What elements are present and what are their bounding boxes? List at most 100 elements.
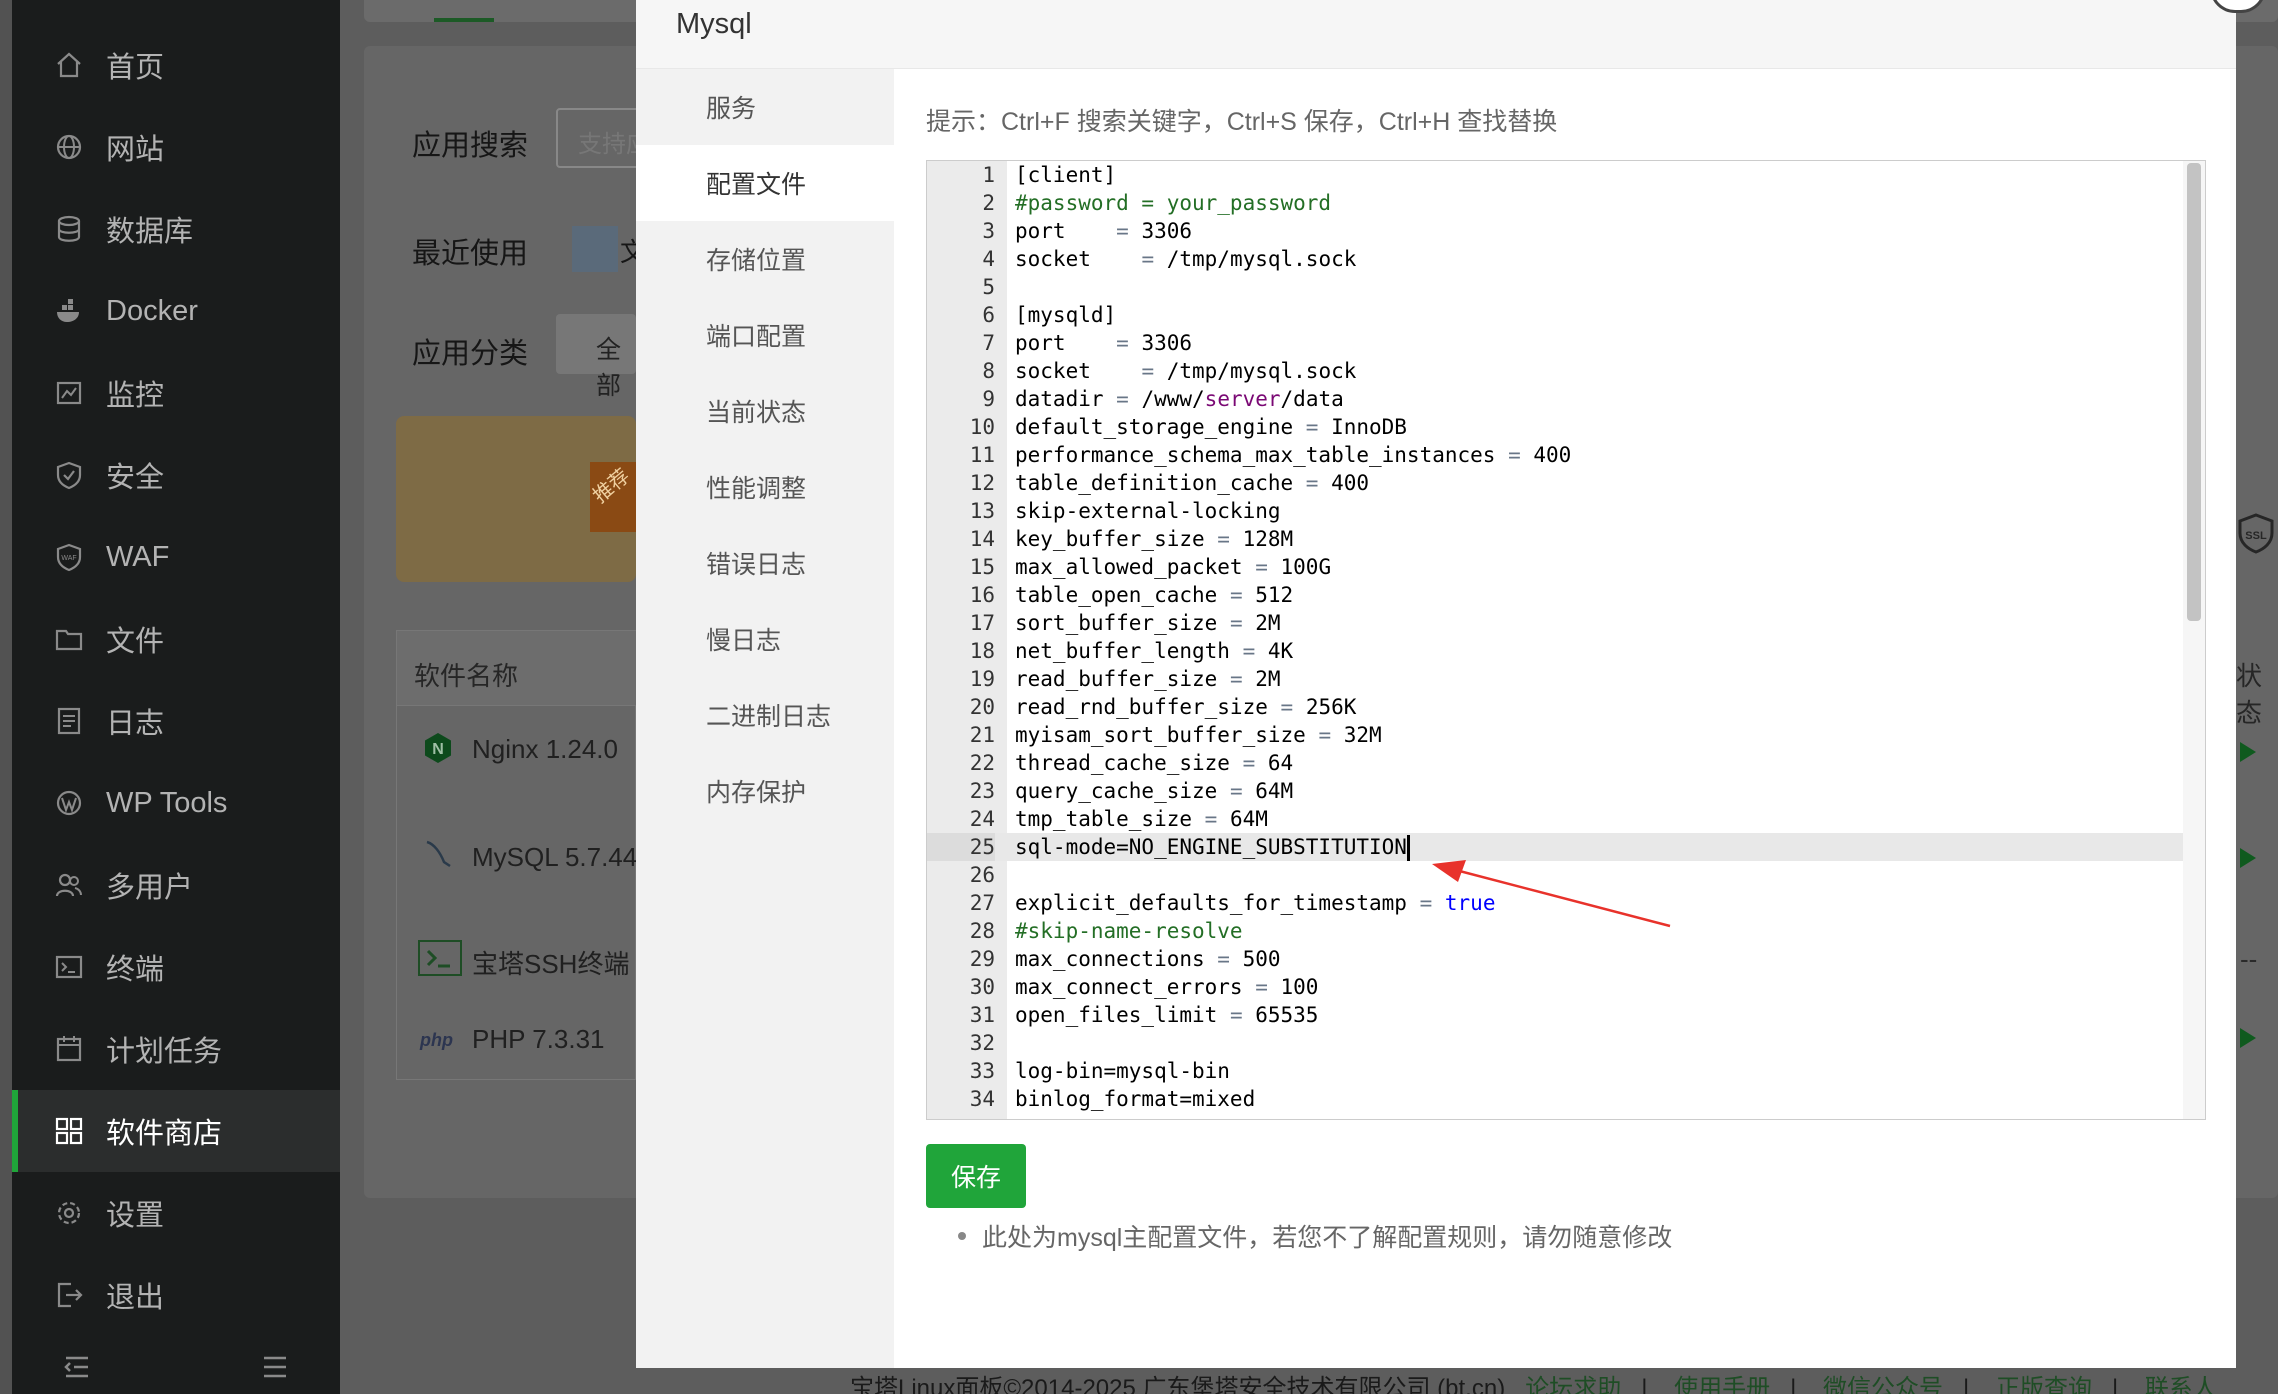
code-line[interactable]: 10 default_storage_engine = InnoDB — [927, 413, 2183, 441]
code-line[interactable]: 8 socket = /tmp/mysql.sock — [927, 357, 2183, 385]
code-line[interactable]: 26 — [927, 861, 2183, 889]
sidebar-item-0[interactable]: 首页 — [12, 24, 340, 106]
code-line[interactable]: 31 open_files_limit = 65535 — [927, 1001, 2183, 1029]
code-line[interactable]: 1 [client] — [927, 161, 2183, 189]
sidebar-item-9[interactable]: WP Tools — [12, 762, 340, 844]
code-line[interactable]: 15 max_allowed_packet = 100G — [927, 553, 2183, 581]
table-row[interactable]: MySQL 5.7.44 — [472, 842, 637, 873]
modal-nav-item[interactable]: 存储位置 — [636, 221, 894, 297]
table-header-name: 软件名称 — [414, 661, 519, 691]
line-number: 29 — [969, 947, 995, 971]
modal-nav-item[interactable]: 服务 — [636, 69, 894, 145]
code-line[interactable]: 13 skip-external-locking — [927, 497, 2183, 525]
footer-link[interactable]: 正版查询 — [1996, 1375, 2092, 1394]
save-button[interactable]: 保存 — [926, 1144, 1026, 1208]
code-line[interactable]: 3 port = 3306 — [927, 217, 2183, 245]
code-line[interactable]: 5 — [927, 273, 2183, 301]
waf-shield-icon: WAF — [54, 542, 84, 572]
code-line[interactable]: 11 performance_schema_max_table_instances… — [927, 441, 2183, 469]
modal-nav-item[interactable]: 当前状态 — [636, 373, 894, 449]
line-number: 11 — [969, 443, 995, 467]
modal-nav-item[interactable]: 内存保护 — [636, 753, 894, 829]
code-line[interactable]: 9 datadir = /www/server/data — [927, 385, 2183, 413]
sidebar-nav: 首页网站 数据库 Docker 监控 安全 WAF WAF 文件 日志 WP Tools 多用户终端… — [12, 24, 340, 1336]
editor-scrollbar-thumb[interactable] — [2187, 163, 2201, 621]
footer-link[interactable]: 联系人 — [2145, 1375, 2217, 1394]
modal-nav-item[interactable]: 错误日志 — [636, 525, 894, 601]
terminal-icon — [54, 952, 84, 982]
code-line[interactable]: 23 query_cache_size = 64M — [927, 777, 2183, 805]
sidebar-item-5[interactable]: 安全 — [12, 434, 340, 516]
table-row[interactable]: Nginx 1.24.0 — [472, 734, 618, 765]
code-line[interactable]: 32 — [927, 1029, 2183, 1057]
sidebar-item-3[interactable]: Docker — [12, 270, 340, 352]
code-line[interactable]: 16 table_open_cache = 512 — [927, 581, 2183, 609]
sidebar-item-14[interactable]: 设置 — [12, 1172, 340, 1254]
line-number: 9 — [982, 387, 995, 411]
sidebar-item-2[interactable]: 数据库 — [12, 188, 340, 270]
play-icon[interactable] — [2238, 1026, 2258, 1055]
line-number: 26 — [969, 863, 995, 887]
line-text: port = 3306 — [1015, 331, 1193, 355]
sidebar-item-4[interactable]: 监控 — [12, 352, 340, 434]
modal-nav-item[interactable]: 慢日志 — [636, 601, 894, 677]
code-line[interactable]: 28 #skip-name-resolve — [927, 917, 2183, 945]
config-editor[interactable]: 1 [client] 2 #password = your_password 3 port… — [926, 160, 2206, 1120]
line-text: thread_cache_size = 64 — [1015, 751, 1294, 775]
modal-nav-item[interactable]: 端口配置 — [636, 297, 894, 373]
config-warning-note: 此处为mysql主配置文件，若您不了解配置规则，请勿随意修改 — [957, 1218, 1672, 1254]
sidebar-item-1[interactable]: 网站 — [12, 106, 340, 188]
logout-icon — [54, 1280, 84, 1310]
code-line[interactable]: 33 log-bin=mysql-bin — [927, 1057, 2183, 1085]
code-line[interactable]: 4 socket = /tmp/mysql.sock — [927, 245, 2183, 273]
code-line[interactable]: 34 binlog_format=mixed — [927, 1085, 2183, 1113]
line-number: 5 — [982, 275, 995, 299]
play-icon[interactable] — [2238, 846, 2258, 875]
code-area[interactable]: 1 [client] 2 #password = your_password 3 port… — [927, 161, 2183, 1113]
code-line[interactable]: 19 read_buffer_size = 2M — [927, 665, 2183, 693]
sidebar-item-11[interactable]: 终端 — [12, 926, 340, 1008]
log-icon — [54, 706, 84, 736]
code-line[interactable]: 22 thread_cache_size = 64 — [927, 749, 2183, 777]
sidebar-item-6[interactable]: WAF WAF — [12, 516, 340, 598]
code-line[interactable]: 25 sql-mode=NO_ENGINE_SUBSTITUTION — [927, 833, 2183, 861]
sidebar-item-8[interactable]: 日志 — [12, 680, 340, 762]
modal-nav-item[interactable]: 性能调整 — [636, 449, 894, 525]
code-line[interactable]: 12 table_definition_cache = 400 — [927, 469, 2183, 497]
sidebar-item-13[interactable]: 软件商店 — [12, 1090, 340, 1172]
code-line[interactable]: 17 sort_buffer_size = 2M — [927, 609, 2183, 637]
code-line[interactable]: 6 [mysqld] — [927, 301, 2183, 329]
sidebar-item-10[interactable]: 多用户 — [12, 844, 340, 926]
code-line[interactable]: 29 max_connections = 500 — [927, 945, 2183, 973]
code-line[interactable]: 21 myisam_sort_buffer_size = 32M — [927, 721, 2183, 749]
table-row[interactable]: PHP 7.3.31 — [472, 1024, 605, 1055]
footer-link[interactable]: 使用手册 — [1674, 1375, 1770, 1394]
code-line[interactable]: 2 #password = your_password — [927, 189, 2183, 217]
table-row[interactable]: 宝塔SSH终端 1 — [472, 944, 651, 981]
background-tab-indicator — [434, 18, 494, 22]
menu-icon[interactable] — [260, 1352, 290, 1394]
code-line[interactable]: 20 read_rnd_buffer_size = 256K — [927, 693, 2183, 721]
line-number: 15 — [969, 555, 995, 579]
footer-link[interactable]: 论坛求助 — [1525, 1375, 1621, 1394]
code-line[interactable]: 27 explicit_defaults_for_timestamp = true — [927, 889, 2183, 917]
recent-app-thumbnail[interactable] — [572, 226, 618, 272]
sidebar-item-12[interactable]: 计划任务 — [12, 1008, 340, 1090]
collapse-icon[interactable] — [62, 1352, 92, 1394]
sidebar-item-label: 首页 — [106, 52, 165, 84]
play-icon[interactable] — [2238, 740, 2258, 769]
code-line[interactable]: 7 port = 3306 — [927, 329, 2183, 357]
code-line[interactable]: 18 net_buffer_length = 4K — [927, 637, 2183, 665]
category-chip-all[interactable]: 全部 — [556, 314, 636, 400]
wordpress-icon — [54, 788, 84, 818]
modal-nav-item[interactable]: 配置文件 — [636, 145, 894, 221]
sidebar-item-label: 多用户 — [106, 872, 194, 904]
sidebar-item-7[interactable]: 文件 — [12, 598, 340, 680]
modal-nav-item[interactable]: 二进制日志 — [636, 677, 894, 753]
code-line[interactable]: 24 tmp_table_size = 64M — [927, 805, 2183, 833]
code-line[interactable]: 30 max_connect_errors = 100 — [927, 973, 2183, 1001]
monitor-icon — [54, 378, 84, 408]
sidebar-item-15[interactable]: 退出 — [12, 1254, 340, 1336]
code-line[interactable]: 14 key_buffer_size = 128M — [927, 525, 2183, 553]
footer-link[interactable]: 微信公众号 — [1823, 1375, 1943, 1394]
